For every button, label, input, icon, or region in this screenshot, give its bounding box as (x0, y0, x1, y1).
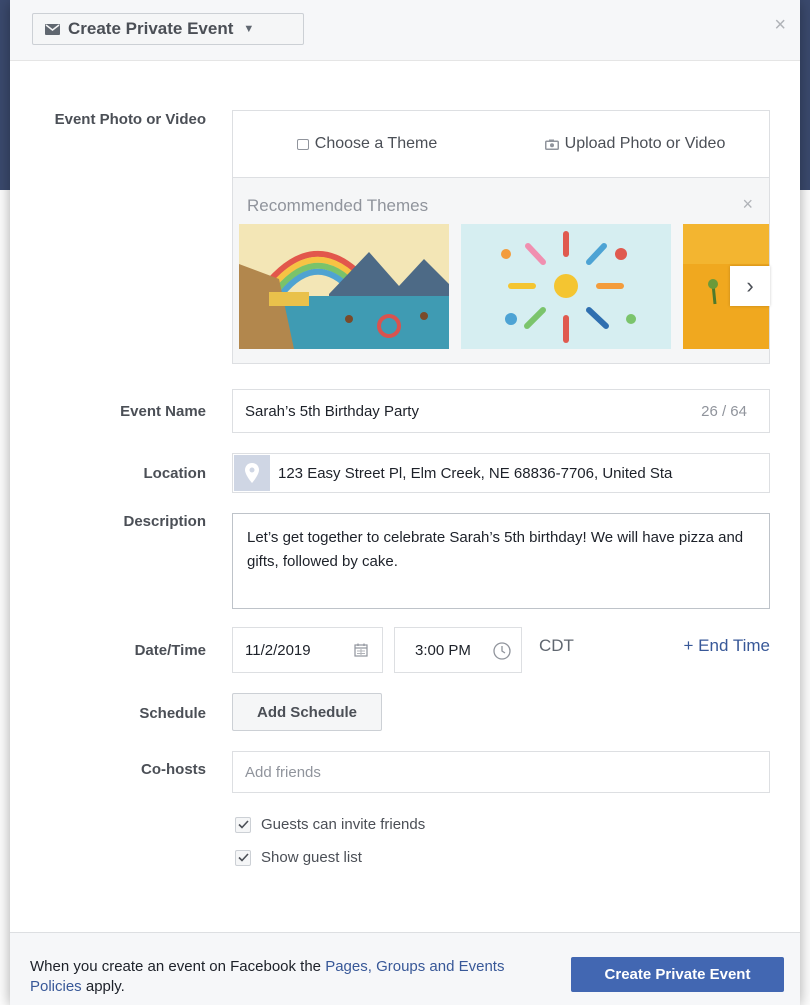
location-input[interactable]: 123 Easy Street Pl, Elm Creek, NE 68836-… (232, 453, 770, 493)
caret-down-icon: ▼ (243, 23, 255, 35)
create-event-button[interactable]: Create Private Event (571, 957, 784, 992)
event-name-label: Event Name (120, 403, 206, 420)
add-schedule-button[interactable]: Add Schedule (232, 693, 382, 731)
photo-box: Choose a Theme Upload Photo or Video Rec… (232, 110, 770, 364)
datetime-label: Date/Time (134, 642, 206, 659)
event-type-dropdown[interactable]: Create Private Event ▼ (32, 13, 304, 45)
date-input[interactable]: 11/2/2019 (232, 627, 383, 673)
theme-thumbnail[interactable] (461, 224, 671, 349)
description-textarea[interactable]: Let’s get together to celebrate Sarah’s … (232, 513, 770, 609)
option-guests-invite[interactable]: Guests can invite friends (235, 816, 425, 833)
choose-theme-button[interactable]: Choose a Theme (233, 135, 501, 153)
event-type-label: Create Private Event (68, 19, 234, 38)
calendar-icon (354, 643, 368, 661)
policy-suffix: apply. (81, 978, 125, 995)
dialog-header: Create Private Event ▼ × (10, 0, 800, 61)
checkbox[interactable] (235, 816, 251, 833)
photo-label: Event Photo or Video (54, 111, 206, 128)
date-value: 11/2/2019 (245, 641, 311, 659)
event-name-value: Sarah’s 5th Birthday Party (245, 402, 419, 420)
time-value: 3:00 PM (415, 641, 471, 659)
theme-icon (296, 138, 309, 150)
end-time-link[interactable]: + End Time (684, 636, 770, 656)
map-pin-icon (234, 455, 270, 491)
checkmark-icon (237, 820, 249, 829)
cohosts-input[interactable]: Add friends (232, 751, 770, 793)
recommended-themes-title: Recommended Themes (247, 196, 429, 215)
location-label: Location (143, 465, 207, 482)
event-name-input[interactable]: Sarah’s 5th Birthday Party 26 / 64 (232, 389, 770, 433)
schedule-label: Schedule (139, 705, 206, 722)
dialog-footer: When you create an event on Facebook the… (10, 932, 800, 1005)
choose-theme-label: Choose a Theme (314, 135, 438, 152)
time-input[interactable]: 3:00 PM (394, 627, 522, 673)
camera-icon (544, 139, 559, 150)
close-icon[interactable]: × (774, 14, 786, 37)
option-label: Guests can invite friends (261, 816, 426, 833)
option-show-guest-list[interactable]: Show guest list (235, 849, 362, 866)
recommended-themes: Recommended Themes × › (233, 178, 770, 363)
policy-prefix: When you create an event on Facebook the (30, 958, 326, 975)
policy-text: When you create an event on Facebook the… (30, 957, 560, 997)
upload-photo-label: Upload Photo or Video (564, 135, 726, 152)
chevron-right-icon[interactable]: › (730, 266, 770, 306)
description-label: Description (123, 513, 206, 530)
timezone-label: CDT (539, 636, 574, 655)
location-value: 123 Easy Street Pl, Elm Creek, NE 68836-… (278, 464, 673, 482)
photo-tabs: Choose a Theme Upload Photo or Video (233, 111, 769, 178)
theme-thumbnail[interactable] (239, 224, 449, 349)
envelope-icon (45, 23, 60, 35)
cohosts-label: Co-hosts (141, 761, 206, 778)
option-label: Show guest list (261, 849, 362, 866)
cohosts-placeholder: Add friends (245, 763, 321, 781)
create-event-dialog: Create Private Event ▼ × Event Photo or … (10, 0, 800, 1005)
char-counter: 26 / 64 (701, 402, 747, 420)
clock-icon (493, 642, 511, 664)
checkbox[interactable] (235, 849, 251, 866)
close-icon[interactable]: × (742, 194, 753, 215)
checkmark-icon (237, 853, 249, 862)
upload-photo-button[interactable]: Upload Photo or Video (501, 135, 769, 153)
